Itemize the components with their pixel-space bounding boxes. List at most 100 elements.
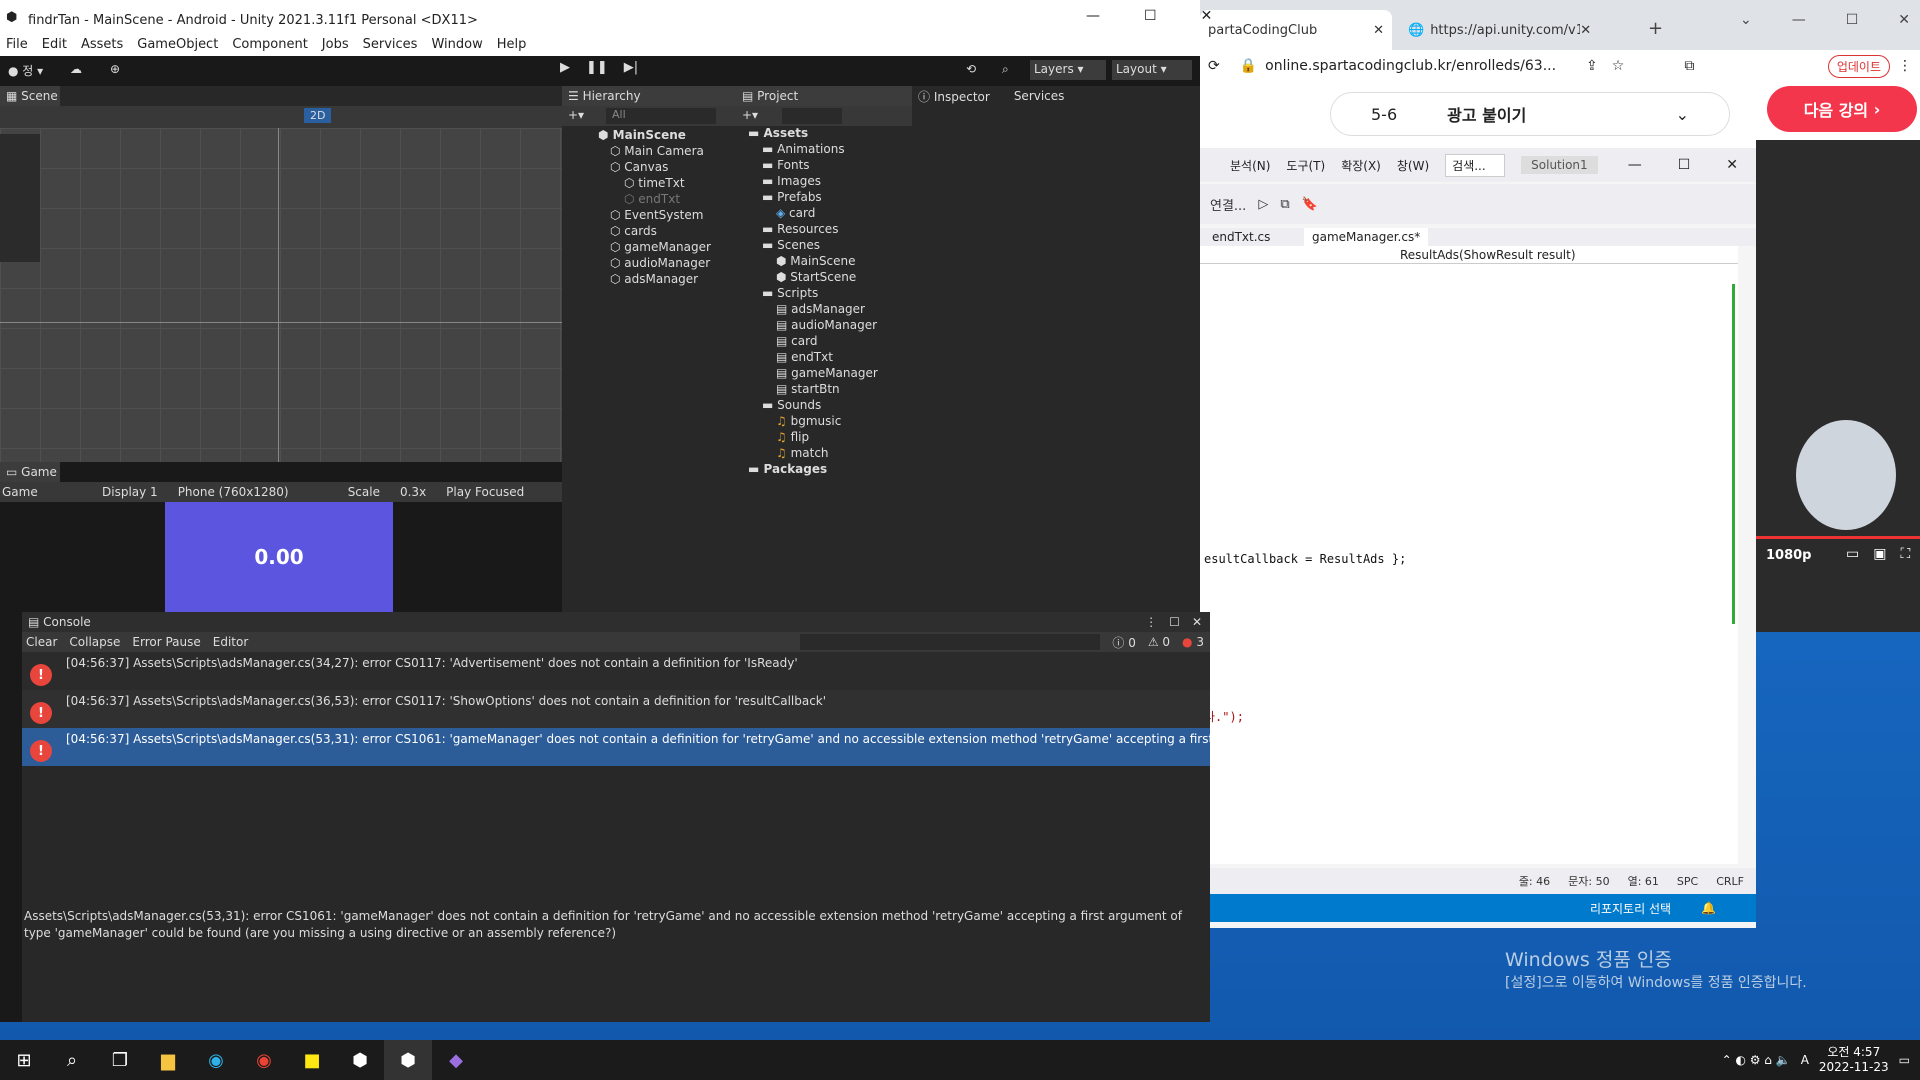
- unity-hub-icon[interactable]: ⬢: [336, 1040, 384, 1080]
- chrome-icon[interactable]: ◉: [240, 1040, 288, 1080]
- quality-label[interactable]: 1080p: [1766, 548, 1812, 563]
- project-item[interactable]: ▬ Sounds: [762, 398, 821, 412]
- project-item[interactable]: ▬ Scenes: [762, 238, 820, 252]
- miniplayer-icon[interactable]: ▣: [1873, 546, 1886, 562]
- project-item[interactable]: ▬ Prefabs: [762, 190, 822, 204]
- tab-gamemanager[interactable]: gameManager.cs*: [1304, 228, 1429, 246]
- close-icon[interactable]: ✕: [1373, 23, 1384, 38]
- menu-tools[interactable]: 도구(T): [1286, 157, 1325, 174]
- project-item[interactable]: ▬ Fonts: [762, 158, 810, 172]
- code-editor[interactable]: esultCallback = ResultAds }; 다.");: [1200, 264, 1738, 864]
- project-item[interactable]: ◈ card: [776, 206, 815, 220]
- editor-dropdown[interactable]: Editor: [213, 635, 249, 649]
- tab-scene[interactable]: ▦ Scene: [0, 86, 60, 106]
- hierarchy-search-input[interactable]: All: [606, 108, 716, 124]
- next-lesson-button[interactable]: 다음 강의 ›: [1767, 86, 1917, 132]
- lesson-selector[interactable]: 5-6 광고 붙이기 ⌄: [1330, 92, 1730, 136]
- browser-tab-unity[interactable]: 🌐https://api.unity.com/v1/oauth2✕: [1400, 10, 1600, 50]
- subtitles-icon[interactable]: ▭: [1846, 546, 1859, 562]
- close-icon[interactable]: ✕: [1726, 157, 1738, 173]
- menu-services[interactable]: Services: [363, 37, 418, 52]
- project-item[interactable]: ▬ Packages: [748, 462, 827, 476]
- clear-button[interactable]: Clear: [26, 635, 57, 649]
- console-entry[interactable]: ! [04:56:37] Assets\Scripts\adsManager.cs…: [22, 690, 1210, 728]
- project-item[interactable]: ▬ Animations: [762, 142, 845, 156]
- hierarchy-item[interactable]: ⬡ gameManager: [610, 240, 711, 254]
- new-tab-icon[interactable]: +: [1648, 18, 1663, 39]
- project-item[interactable]: ▬ Scripts: [762, 286, 818, 300]
- error-count[interactable]: ● 3: [1182, 635, 1204, 649]
- hierarchy-item[interactable]: ⬡ timeTxt: [624, 176, 685, 190]
- hierarchy-item[interactable]: ⬡ adsManager: [610, 272, 698, 286]
- menu-gameobject[interactable]: GameObject: [137, 37, 218, 52]
- minimize-icon[interactable]: —: [1792, 12, 1806, 28]
- game-viewport[interactable]: 0.00: [165, 502, 393, 612]
- menu-extensions[interactable]: 확장(X): [1341, 157, 1381, 174]
- warning-count[interactable]: ⚠ 0: [1148, 635, 1170, 649]
- project-item[interactable]: ▤ startBtn: [776, 382, 840, 396]
- project-item[interactable]: ♫ bgmusic: [776, 414, 841, 428]
- visual-studio-icon[interactable]: ◆: [432, 1040, 480, 1080]
- start-icon[interactable]: ⊞: [0, 1040, 48, 1080]
- repo-selector[interactable]: 리포지토리 선택: [1590, 900, 1671, 917]
- project-item[interactable]: ♫ match: [776, 446, 829, 460]
- minimize-icon[interactable]: —: [1628, 157, 1642, 173]
- hierarchy-root[interactable]: ⬢ MainScene: [598, 128, 686, 142]
- menu-jobs[interactable]: Jobs: [322, 37, 349, 52]
- search-icon[interactable]: ⌕: [48, 1040, 96, 1080]
- collab-icon[interactable]: ⊕: [110, 62, 120, 76]
- share-icon[interactable]: ⇪: [1586, 58, 1598, 74]
- project-item[interactable]: ▤ gameManager: [776, 366, 878, 380]
- play-mode-dropdown[interactable]: Play Focused: [446, 485, 524, 499]
- update-button[interactable]: 업데이트: [1827, 54, 1890, 78]
- notification-icon[interactable]: ▭: [1899, 1053, 1910, 1067]
- vs-search-input[interactable]: 검색...: [1445, 153, 1506, 177]
- file-explorer-icon[interactable]: ▆: [144, 1040, 192, 1080]
- history-icon[interactable]: ⟲: [966, 62, 976, 76]
- video-progress[interactable]: [1756, 536, 1920, 539]
- layout-dropdown[interactable]: Layout ▾: [1112, 60, 1192, 80]
- project-item[interactable]: ▤ endTxt: [776, 350, 833, 364]
- bookmark-icon[interactable]: 🔖: [1302, 197, 1318, 212]
- game-mode-dropdown[interactable]: Game: [2, 485, 82, 499]
- browser-tab-active[interactable]: partaCodingClub ✕: [1200, 10, 1392, 50]
- fullscreen-icon[interactable]: ⛶: [1900, 546, 1910, 562]
- tab-services[interactable]: Services: [1014, 89, 1065, 103]
- maximize-icon[interactable]: ☐: [1678, 157, 1691, 173]
- scale-value[interactable]: 0.3x: [400, 485, 426, 499]
- project-item[interactable]: ▬ Images: [762, 174, 821, 188]
- hierarchy-item[interactable]: ⬡ cards: [610, 224, 657, 238]
- chevron-down-icon[interactable]: ⌄: [1740, 12, 1752, 28]
- close-icon[interactable]: ✕: [1201, 8, 1213, 24]
- cloud-icon[interactable]: ☁: [70, 62, 82, 76]
- play-icon[interactable]: ▷: [1258, 197, 1268, 212]
- edge-icon[interactable]: ◉: [192, 1040, 240, 1080]
- step-button[interactable]: ▶|: [624, 60, 638, 75]
- task-view-icon[interactable]: ❐: [96, 1040, 144, 1080]
- minimize-icon[interactable]: —: [1086, 8, 1100, 24]
- project-item[interactable]: ▤ adsManager: [776, 302, 865, 316]
- tab-game[interactable]: ▭ Game: [0, 462, 60, 482]
- search-icon[interactable]: ⌕: [1002, 62, 1009, 77]
- menu-window[interactable]: Window: [431, 37, 482, 52]
- menu-analyze[interactable]: 분석(N): [1230, 157, 1270, 174]
- kakaotalk-icon[interactable]: ■: [288, 1040, 336, 1080]
- collapse-button[interactable]: Collapse: [69, 635, 120, 649]
- project-item[interactable]: ▤ audioManager: [776, 318, 877, 332]
- menu-assets[interactable]: Assets: [81, 37, 123, 52]
- play-button[interactable]: ▶: [560, 60, 570, 75]
- console-search-input[interactable]: [800, 634, 1101, 650]
- unity-icon[interactable]: ⬢: [384, 1040, 432, 1080]
- maximize-icon[interactable]: ☐: [1846, 12, 1859, 28]
- project-item[interactable]: ⬢ MainScene: [776, 254, 856, 268]
- hierarchy-item[interactable]: ⬡ audioManager: [610, 256, 710, 270]
- connect-button[interactable]: 연결...: [1210, 195, 1246, 214]
- display-dropdown[interactable]: Display 1: [102, 485, 158, 499]
- project-item[interactable]: ▬ Assets: [748, 126, 808, 140]
- menu-component[interactable]: Component: [232, 37, 307, 52]
- reload-icon[interactable]: ⟳: [1208, 58, 1220, 74]
- add-icon[interactable]: +▾: [568, 108, 584, 122]
- hierarchy-item[interactable]: ⬡ EventSystem: [610, 208, 703, 222]
- pause-button[interactable]: ❚❚: [586, 60, 608, 75]
- tab-endtxt[interactable]: endTxt.cs: [1212, 230, 1270, 244]
